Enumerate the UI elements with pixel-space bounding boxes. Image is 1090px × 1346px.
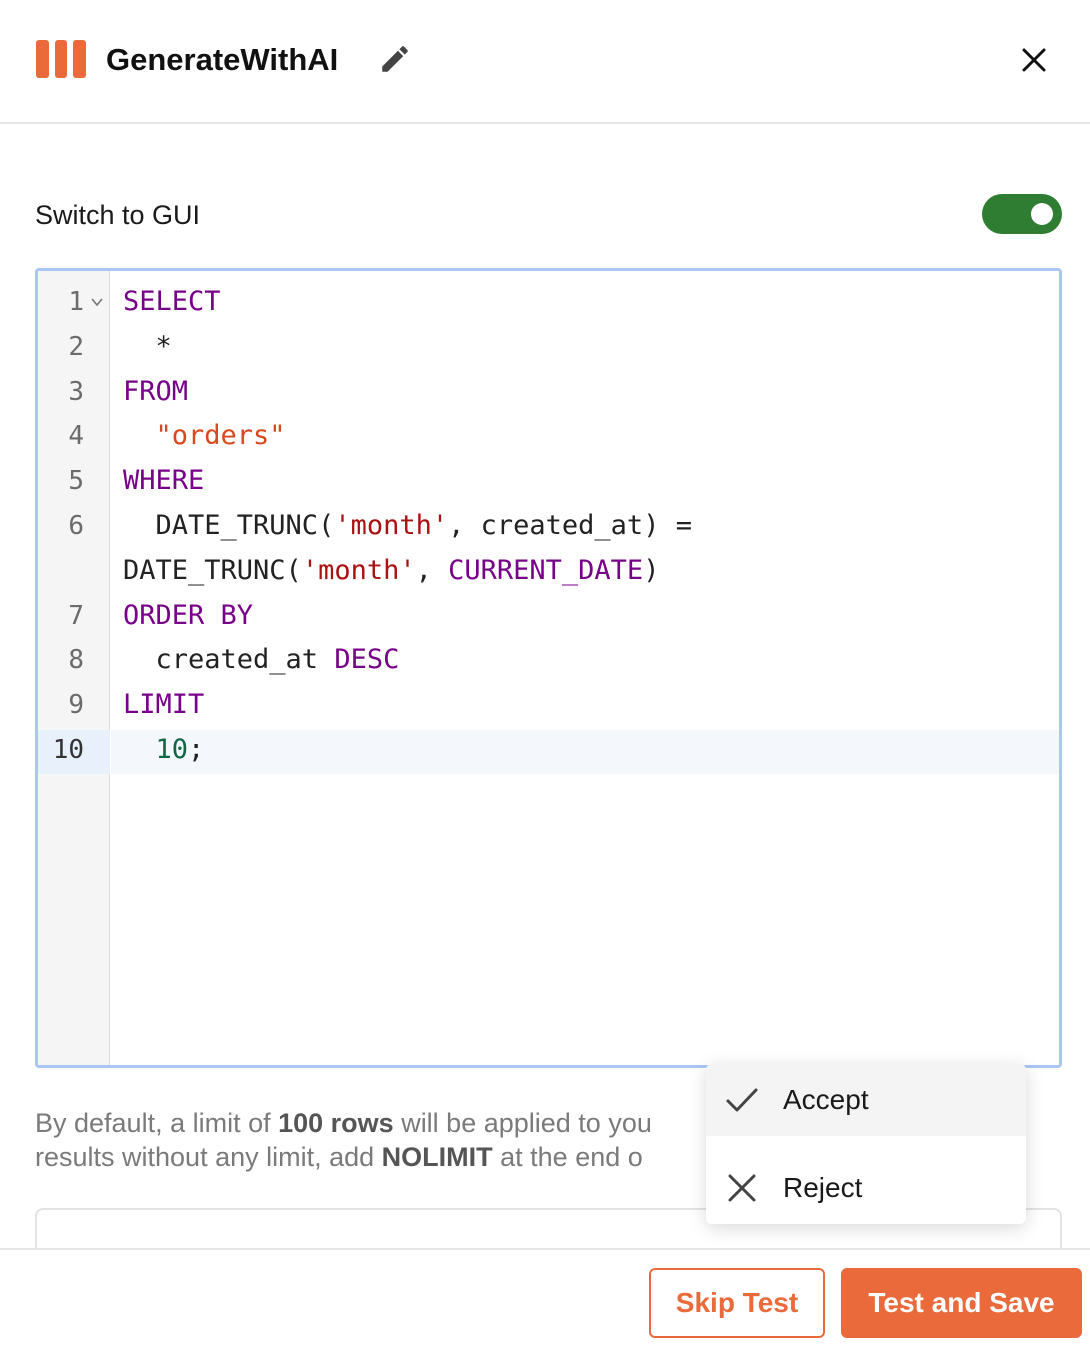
close-icon[interactable]	[1014, 40, 1054, 80]
code-token: , created_at) =	[448, 510, 692, 541]
code-token: 10	[155, 734, 189, 765]
reject-menu-item[interactable]: Reject	[706, 1152, 1026, 1224]
info-text: results without any limit, add	[35, 1142, 382, 1172]
skip-test-button[interactable]: Skip Test	[649, 1268, 825, 1338]
code-token: CURRENT_DATE	[448, 554, 644, 586]
code-token: ;	[188, 734, 205, 765]
ai-suggestion-menu: Accept Reject	[706, 1064, 1026, 1224]
close-icon	[728, 1174, 756, 1202]
code-line: FROM	[123, 370, 188, 414]
code-line: DATE_TRUNC('month', CURRENT_DATE)	[123, 549, 659, 593]
switch-to-gui-toggle[interactable]	[982, 194, 1062, 234]
code-line: SELECT	[123, 280, 221, 324]
active-line-highlight	[111, 730, 1059, 774]
code-token: WHERE	[123, 465, 205, 497]
code-token: ORDER BY	[123, 599, 254, 631]
code-line: "orders"	[123, 414, 286, 458]
code-token: DATE_TRUNC(	[123, 510, 335, 541]
code-token: DATE_TRUNC(	[123, 554, 302, 586]
toggle-knob	[1031, 203, 1053, 225]
sql-editor[interactable]: SELECT * FROM "orders" WHERE DATE_TRUNC('m…	[35, 268, 1062, 1068]
code-token: created_at	[123, 644, 335, 676]
code-token: 'month'	[301, 554, 416, 586]
line-number: 2	[68, 331, 84, 362]
accept-label: Accept	[783, 1084, 869, 1115]
pencil-icon[interactable]	[378, 42, 412, 76]
code-token: *	[123, 330, 172, 362]
code-line: 10;	[123, 728, 205, 772]
modal-header: GenerateWithAI	[0, 0, 1090, 124]
code-token: "orders"	[155, 420, 286, 452]
switch-to-gui-label: Switch to GUI	[35, 200, 201, 230]
page-title: GenerateWithAI	[106, 42, 339, 77]
code-token: FROM	[123, 375, 189, 407]
code-token: )	[643, 554, 660, 586]
line-number: 5	[68, 466, 84, 497]
info-bold-nolimit: NOLIMIT	[381, 1142, 493, 1172]
check-icon	[726, 1088, 758, 1112]
line-number: 7	[68, 600, 84, 631]
modal-footer: Skip Test Test and Save	[0, 1248, 1090, 1346]
code-line: created_at DESC	[123, 638, 400, 682]
code-token: 'month'	[334, 510, 449, 541]
code-line: LIMIT	[123, 683, 204, 727]
code-token: LIMIT	[123, 689, 205, 721]
line-number: 6	[68, 511, 84, 541]
line-number: 8	[68, 645, 84, 676]
line-number: 10	[52, 735, 84, 765]
line-number: 1	[68, 287, 84, 317]
code-token: ,	[415, 554, 449, 586]
code-line: ORDER BY	[123, 594, 253, 638]
line-number: 3	[68, 376, 84, 407]
info-text: at the end o	[492, 1142, 643, 1172]
code-token: SELECT	[123, 286, 221, 317]
code-line: WHERE	[123, 459, 204, 503]
info-text: will be applied to you	[393, 1108, 652, 1138]
info-text: By default, a limit of	[35, 1108, 279, 1138]
info-bold-rows: 100 rows	[278, 1108, 394, 1138]
test-and-save-button[interactable]: Test and Save	[841, 1268, 1082, 1338]
fold-chevron-down-icon[interactable]	[90, 295, 104, 309]
line-number: 9	[68, 690, 84, 721]
code-line: DATE_TRUNC('month', created_at) =	[123, 504, 692, 548]
accept-menu-item[interactable]: Accept	[706, 1064, 1026, 1136]
code-token: DESC	[334, 644, 400, 676]
line-number: 4	[68, 421, 84, 452]
app-logo-icon	[36, 40, 87, 78]
code-line: *	[123, 325, 172, 369]
reject-label: Reject	[783, 1172, 863, 1203]
